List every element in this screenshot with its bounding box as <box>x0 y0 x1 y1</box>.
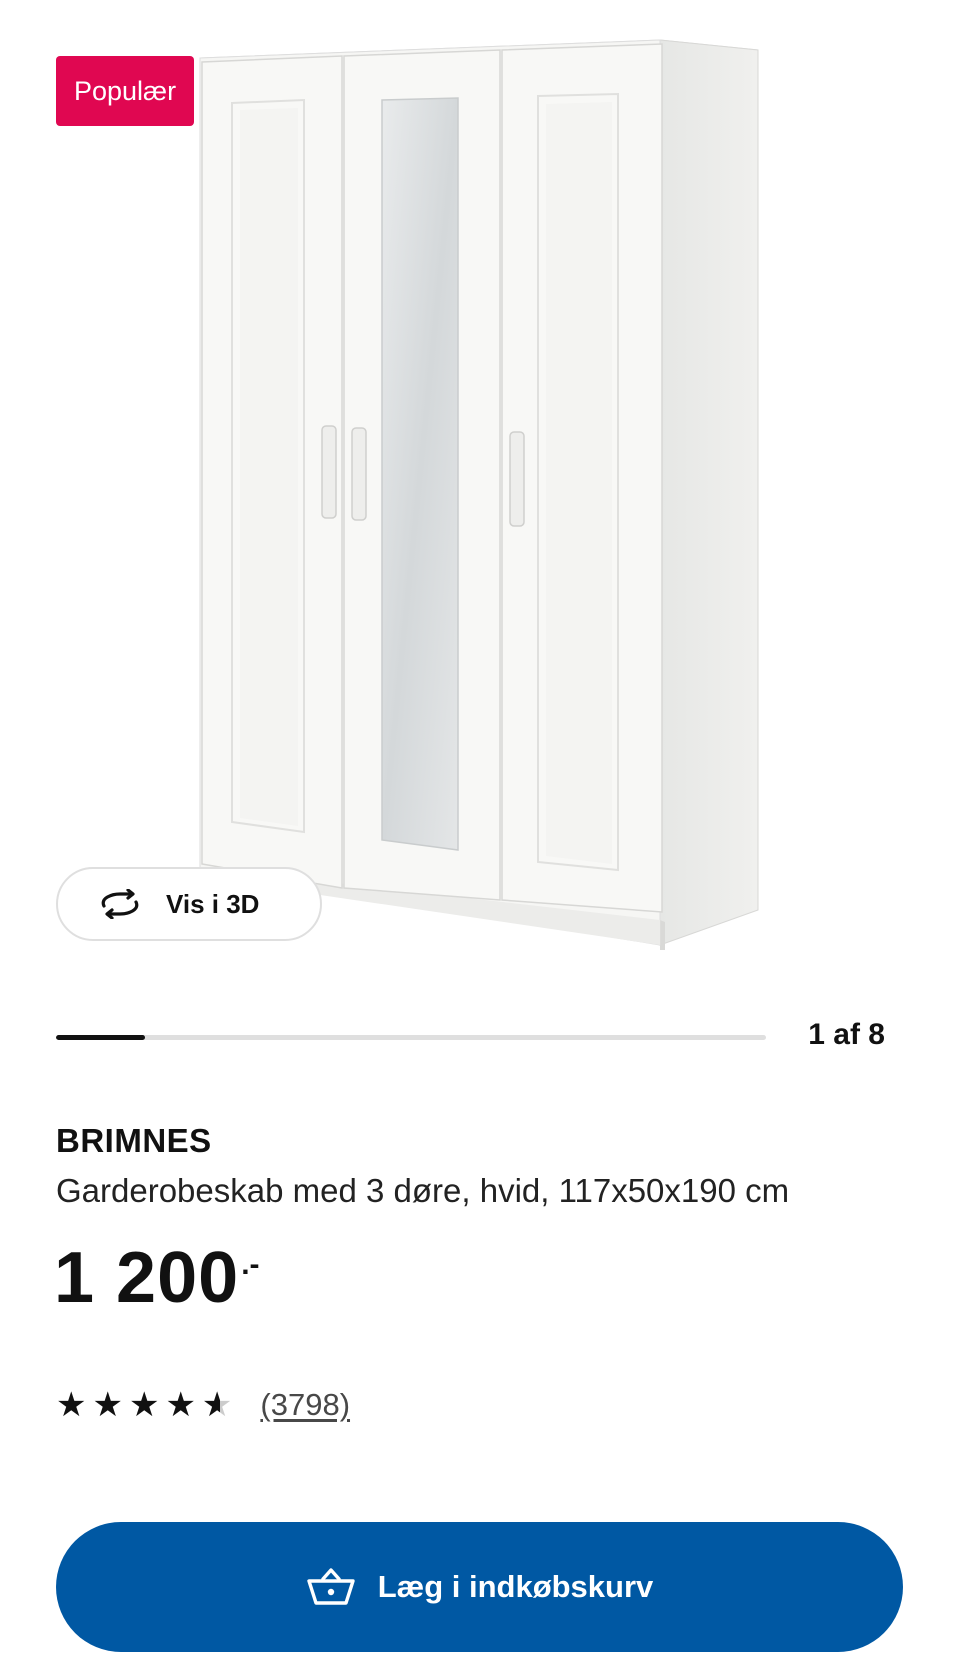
image-counter: 1 af 8 <box>808 1018 885 1051</box>
carousel-progress-fill <box>56 1035 145 1040</box>
view-in-3d-button[interactable]: Vis i 3D <box>56 867 322 941</box>
product-description: Garderobeskab med 3 døre, hvid, 117x50x1… <box>56 1172 790 1209</box>
price-suffix: .- <box>241 1248 260 1281</box>
shopping-basket-icon <box>306 1568 355 1605</box>
price-value: 1 200 <box>54 1238 240 1318</box>
product-price: 1 200 .- <box>54 1235 260 1321</box>
view-in-3d-label: Vis i 3D <box>166 888 260 919</box>
review-count-link[interactable]: (3798) <box>260 1387 350 1423</box>
rating-stars-filled: ★★★★★ <box>56 1385 220 1425</box>
product-gallery[interactable]: Populær Vis i 3D <box>0 0 960 990</box>
product-name: BRIMNES <box>56 1122 212 1159</box>
image-carousel-progress[interactable] <box>56 1035 766 1040</box>
rating-stars: ★★★★★ ★★★★★ <box>56 1385 238 1425</box>
product-image[interactable] <box>0 0 960 990</box>
product-rating[interactable]: ★★★★★ ★★★★★ (3798) <box>56 1385 350 1425</box>
popular-badge: Populær <box>56 56 195 126</box>
rotate-3d-icon <box>101 889 139 919</box>
add-to-cart-button[interactable]: Læg i indkøbskurv <box>56 1522 903 1652</box>
add-to-cart-label: Læg i indkøbskurv <box>377 1569 654 1604</box>
